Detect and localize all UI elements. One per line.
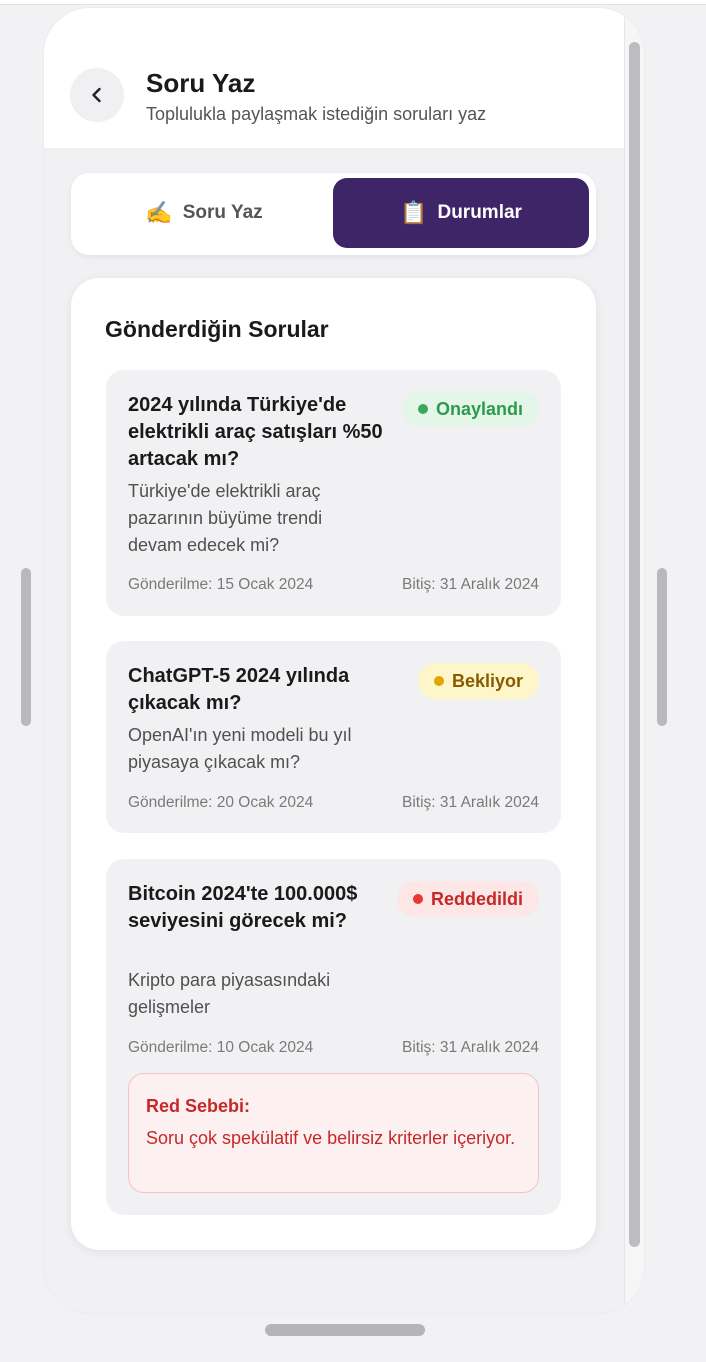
page-subtitle: Toplulukla paylaşmak istediğin soruları …	[146, 104, 487, 124]
tab-bar: ✍️ Soru Yaz 📋 Durumlar	[71, 173, 596, 255]
home-indicator[interactable]	[265, 1324, 425, 1336]
question-item[interactable]: ChatGPT-5 2024 yılında çıkacak mı? OpenA…	[106, 641, 561, 833]
left-resize-handle[interactable]	[21, 568, 31, 726]
clipboard-icon: 📋	[400, 200, 428, 225]
status-label: Reddedildi	[430, 888, 523, 909]
question-description: Türkiye'de elektrikli araç pazarının büy…	[128, 481, 323, 555]
submitted-date: Gönderilme: 10 Ocak 2024	[128, 1039, 314, 1056]
status-dot-icon	[412, 894, 423, 904]
question-title: Bitcoin 2024'te 100.000$ seviyesini göre…	[128, 883, 358, 932]
back-button[interactable]	[70, 68, 124, 122]
status-badge: Onaylandı	[401, 391, 539, 427]
rejection-reason-box: Red Sebebi: Soru çok spekülatif ve belir…	[128, 1073, 539, 1193]
tab-durumlar[interactable]: 📋 Durumlar	[333, 178, 589, 248]
question-item[interactable]: 2024 yılında Türkiye'de elektrikli araç …	[106, 370, 561, 616]
end-date: Bitiş: 31 Aralık 2024	[402, 794, 539, 811]
submissions-card: Gönderdiğin Sorular 2024 yılında Türkiye…	[71, 278, 596, 1250]
right-resize-handle[interactable]	[657, 568, 667, 726]
submitted-date: Gönderilme: 20 Ocak 2024	[128, 794, 314, 811]
writing-hand-icon: ✍️	[145, 200, 173, 225]
end-date: Bitiş: 31 Aralık 2024	[402, 576, 539, 593]
page-header: Soru Yaz Toplulukla paylaşmak istediğin …	[44, 8, 624, 148]
status-label: Bekliyor	[451, 670, 523, 691]
section-title: Gönderdiğin Sorular	[105, 316, 329, 342]
status-badge: Reddedildi	[396, 881, 539, 917]
status-label: Onaylandı	[435, 398, 523, 419]
phone-frame: Soru Yaz Toplulukla paylaşmak istediğin …	[44, 8, 644, 1313]
end-date: Bitiş: 31 Aralık 2024	[402, 1039, 539, 1056]
tab-label: Durumlar	[437, 202, 522, 223]
top-edge	[0, 0, 706, 5]
question-title: ChatGPT-5 2024 yılında çıkacak mı?	[128, 665, 350, 714]
question-description: OpenAI'ın yeni modeli bu yıl piyasaya çı…	[128, 725, 352, 772]
question-item[interactable]: Bitcoin 2024'te 100.000$ seviyesini göre…	[106, 859, 561, 1215]
page-title: Soru Yaz	[146, 68, 256, 98]
scrollbar-thumb[interactable]	[629, 42, 640, 1247]
status-dot-icon	[433, 676, 444, 686]
question-description: Kripto para piyasasındaki gelişmeler	[128, 970, 331, 1017]
chevron-left-icon	[92, 87, 101, 103]
status-badge: Bekliyor	[417, 663, 539, 699]
question-title: 2024 yılında Türkiye'de elektrikli araç …	[128, 394, 383, 470]
rejection-reason-title: Red Sebebi:	[146, 1096, 251, 1116]
submitted-date: Gönderilme: 15 Ocak 2024	[128, 576, 314, 593]
status-dot-icon	[417, 404, 428, 414]
rejection-reason-text: Soru çok spekülatif ve belirsiz kriterle…	[146, 1128, 516, 1148]
tab-label: Soru Yaz	[182, 202, 263, 223]
tab-soru-yaz[interactable]: ✍️ Soru Yaz	[76, 178, 332, 248]
